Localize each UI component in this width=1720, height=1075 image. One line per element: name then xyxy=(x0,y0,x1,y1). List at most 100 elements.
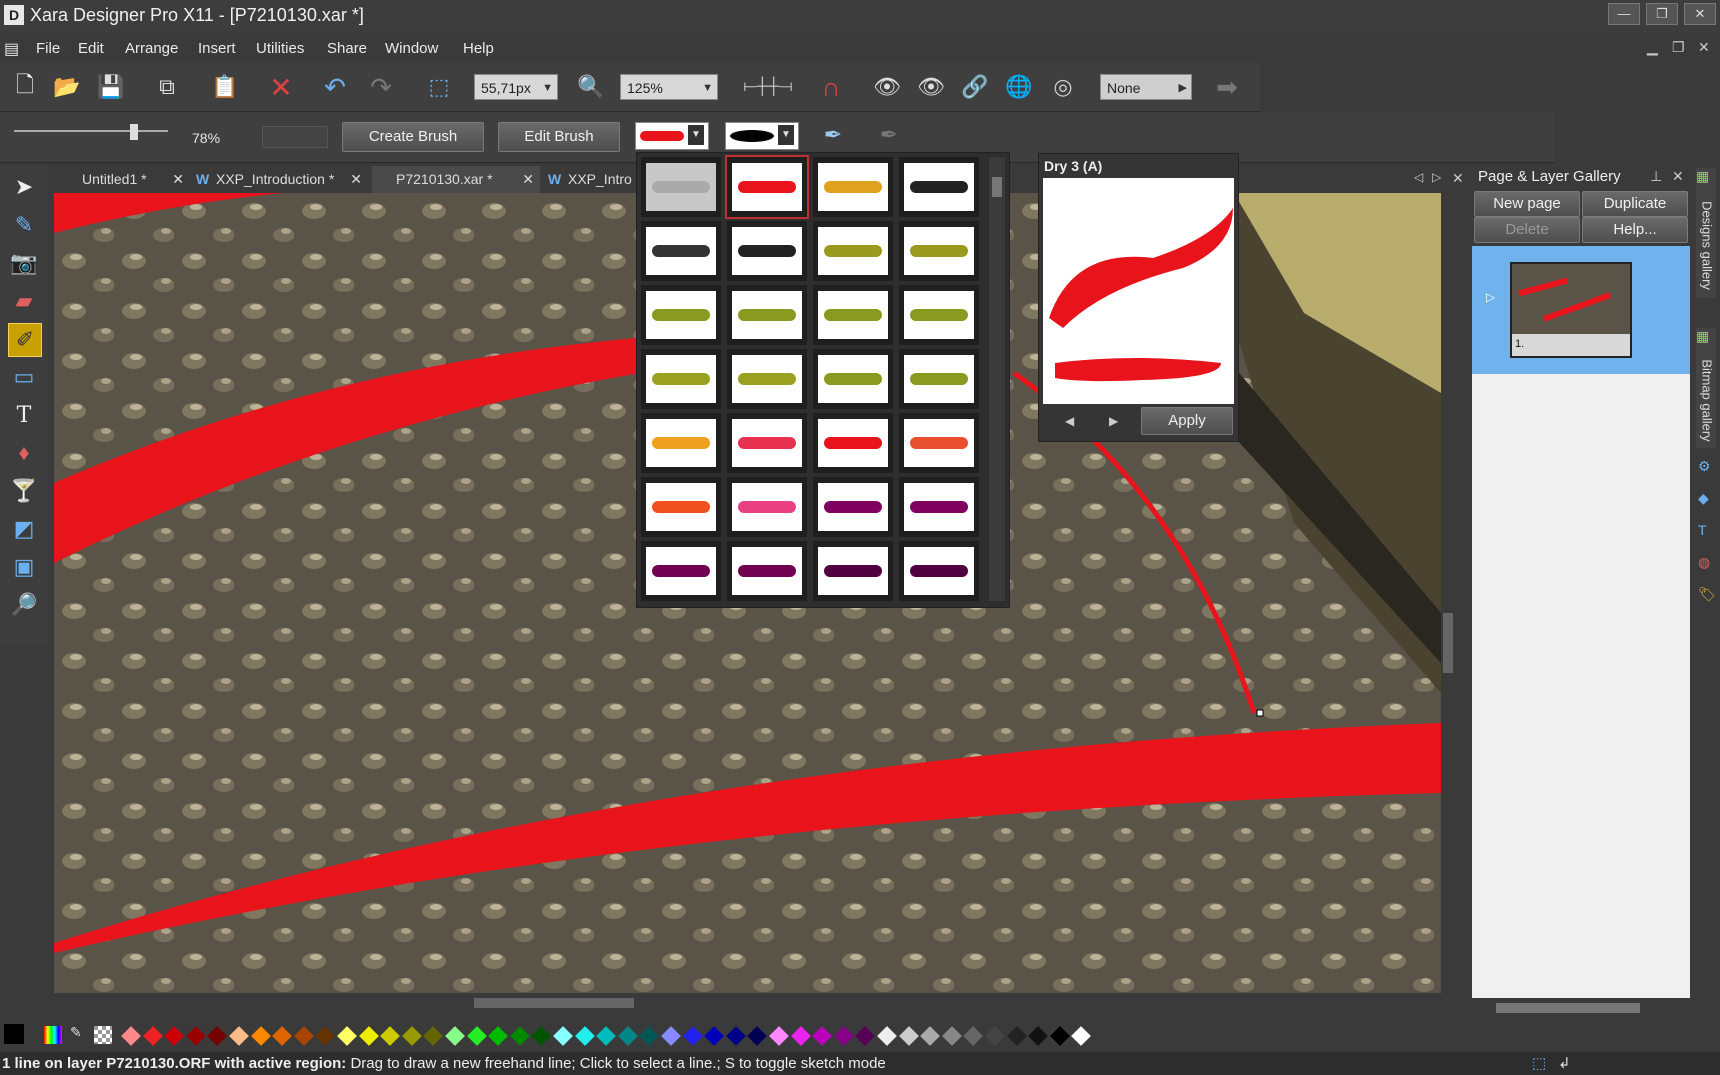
minimize-button[interactable]: — xyxy=(1608,3,1640,25)
paste-icon[interactable]: 📋 xyxy=(210,72,240,102)
color-swatch[interactable] xyxy=(207,1026,228,1046)
color-swatch[interactable] xyxy=(250,1026,271,1046)
brush-swatch[interactable] xyxy=(899,477,979,537)
page-item-selected[interactable]: ▷ 1. xyxy=(1472,246,1690,374)
blank-field[interactable] xyxy=(262,126,328,148)
tab-p7210130[interactable]: P7210130.xar * ✕ xyxy=(372,166,540,193)
color-swatch[interactable] xyxy=(380,1026,401,1046)
vertical-scrollbar[interactable] xyxy=(1441,193,1455,993)
pin-icon[interactable]: ⊥ xyxy=(1650,168,1662,185)
brush-swatch[interactable] xyxy=(641,157,721,217)
retro-smooth-icon[interactable]: ✒ xyxy=(874,120,904,150)
fonts-gallery-icon[interactable]: T xyxy=(1698,522,1707,538)
tab-untitled1[interactable]: Untitled1 * ✕ xyxy=(58,166,190,193)
color-swatch[interactable] xyxy=(229,1026,249,1046)
color-swatch[interactable] xyxy=(661,1026,681,1046)
brush-swatch[interactable] xyxy=(899,541,979,601)
undo-icon[interactable]: ↶ xyxy=(320,72,350,102)
open-icon[interactable]: 📂 xyxy=(52,72,82,102)
selector-tool-icon[interactable]: ➤ xyxy=(8,171,40,203)
tab-xxp-introduction[interactable]: W XXP_Introduction * ✕ xyxy=(192,166,368,193)
menu-share[interactable]: Share xyxy=(327,40,367,57)
menu-window[interactable]: Window xyxy=(385,40,438,57)
color-swatch[interactable] xyxy=(747,1026,768,1046)
color-swatch[interactable] xyxy=(1071,1026,1092,1046)
brush-swatch[interactable] xyxy=(727,477,807,537)
brush-swatch[interactable] xyxy=(899,349,979,409)
menu-edit[interactable]: Edit xyxy=(78,40,104,57)
color-swatch[interactable] xyxy=(682,1026,703,1046)
selector-status-icon[interactable]: ⬚ xyxy=(1532,1052,1546,1075)
brush-swatch[interactable] xyxy=(727,541,807,601)
color-swatch[interactable] xyxy=(833,1026,854,1046)
color-swatch[interactable] xyxy=(272,1026,293,1046)
close-icon[interactable]: ✕ xyxy=(522,166,534,193)
document-icon[interactable]: ▤ xyxy=(4,39,19,59)
color-swatch[interactable] xyxy=(488,1026,509,1046)
close-icon[interactable]: ✕ xyxy=(172,166,184,193)
new-page-button[interactable]: New page xyxy=(1474,191,1580,217)
color-swatch[interactable] xyxy=(185,1026,206,1046)
apply-arrow-icon[interactable]: ➡ xyxy=(1212,72,1242,102)
undo-status-icon[interactable]: ↲ xyxy=(1558,1052,1571,1075)
page-thumbnail[interactable]: 1. xyxy=(1510,262,1632,358)
brush-swatch[interactable] xyxy=(641,349,721,409)
brush-swatch[interactable] xyxy=(727,221,807,281)
color-swatch[interactable] xyxy=(574,1026,595,1046)
color-swatch[interactable] xyxy=(315,1026,336,1046)
color-picker-icon[interactable]: ✎ xyxy=(70,1024,82,1041)
apply-button[interactable]: Apply xyxy=(1141,407,1233,435)
brush-swatch[interactable] xyxy=(813,221,893,281)
fill-gallery-icon[interactable]: ◆ xyxy=(1698,490,1709,507)
brush-swatch[interactable] xyxy=(813,477,893,537)
color-swatch[interactable] xyxy=(531,1026,552,1046)
color-swatch[interactable] xyxy=(164,1026,185,1046)
stroke-shape-dropdown[interactable]: ▼ xyxy=(725,122,799,150)
menu-file[interactable]: File xyxy=(36,40,60,57)
color-swatch[interactable] xyxy=(1006,1026,1027,1046)
photo-tool-icon[interactable]: 📷 xyxy=(8,247,40,279)
color-swatch[interactable] xyxy=(596,1026,617,1046)
zoom-tool-icon[interactable]: 🔎 xyxy=(8,589,40,621)
brush-swatch[interactable] xyxy=(813,285,893,345)
color-swatch[interactable] xyxy=(401,1026,422,1046)
color-swatch[interactable] xyxy=(877,1026,897,1046)
color-swatch[interactable] xyxy=(855,1026,876,1046)
brush-swatch[interactable] xyxy=(899,285,979,345)
menu-insert[interactable]: Insert xyxy=(198,40,236,57)
restore-button[interactable]: ❐ xyxy=(1646,3,1678,25)
color-swatch[interactable] xyxy=(553,1026,573,1046)
color-swatch[interactable] xyxy=(639,1026,660,1046)
brush-swatch[interactable] xyxy=(641,477,721,537)
expand-icon[interactable]: ▷ xyxy=(1486,290,1495,304)
no-color-swatch[interactable] xyxy=(94,1026,112,1044)
transparency-tool-icon[interactable]: 🍸 xyxy=(8,475,40,507)
freehand-tool-icon[interactable]: ✐ xyxy=(8,323,42,357)
text-tool-icon[interactable]: T xyxy=(8,399,40,431)
transform-icon[interactable]: ⬚ xyxy=(424,72,454,102)
scroll-thumb[interactable] xyxy=(992,177,1002,197)
ruler-icon[interactable]: ⟝┼┼⟞ xyxy=(742,72,794,102)
doc-restore-button[interactable]: ❐ xyxy=(1672,39,1685,56)
color-gallery-icon[interactable]: ◍ xyxy=(1698,554,1710,571)
save-icon[interactable]: 💾 xyxy=(96,72,126,102)
doc-minimize-button[interactable]: ▁ xyxy=(1647,39,1658,56)
color-swatch[interactable] xyxy=(445,1026,465,1046)
brush-swatch[interactable] xyxy=(813,349,893,409)
delete-icon[interactable]: ✕ xyxy=(266,72,296,103)
scroll-thumb[interactable] xyxy=(474,998,634,1008)
color-swatch[interactable] xyxy=(466,1026,487,1046)
tab-scroll-right-icon[interactable]: ▷ xyxy=(1432,170,1441,184)
close-button[interactable]: ✕ xyxy=(1684,3,1716,25)
shadow-tool-icon[interactable]: ◩ xyxy=(8,513,40,545)
close-icon[interactable]: ✕ xyxy=(1672,168,1684,185)
scroll-thumb[interactable] xyxy=(1443,613,1453,673)
color-swatch[interactable] xyxy=(423,1026,444,1046)
doc-close-button[interactable]: ✕ xyxy=(1698,39,1710,56)
brush-swatch[interactable] xyxy=(641,221,721,281)
broadcast-icon[interactable]: ◎ xyxy=(1048,72,1078,102)
color-editor-icon[interactable] xyxy=(44,1026,62,1044)
publish-icon[interactable]: 🌐 xyxy=(1004,72,1034,102)
color-swatch[interactable] xyxy=(1028,1026,1049,1046)
palette-scrollbar[interactable] xyxy=(989,157,1005,601)
